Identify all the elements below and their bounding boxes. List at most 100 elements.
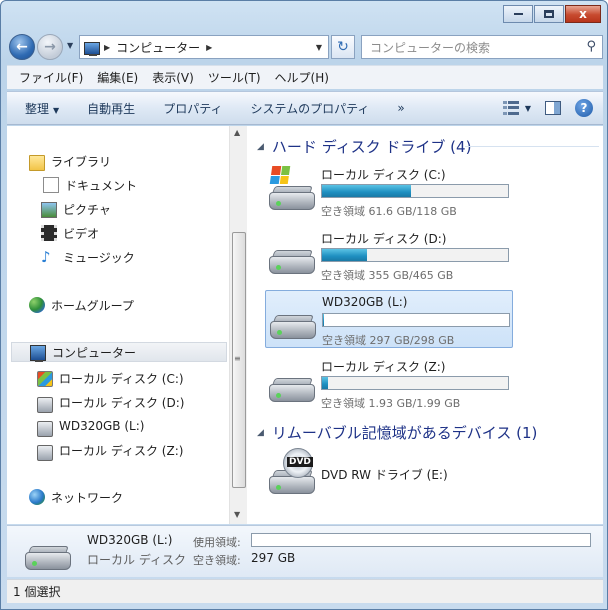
organize-button[interactable]: 整理 ▼ [25,100,59,117]
sidebar-item-label: WD320GB (L:) [59,419,145,433]
drive-free-space: 空き領域 297 GB/298 GB [322,334,455,347]
menu-help[interactable]: ヘルプ(H) [275,69,329,86]
sidebar-item-label: ローカル ディスク (C:) [59,371,184,386]
sidebar-item-label: ローカル ディスク (Z:) [59,443,184,458]
breadcrumb-computer[interactable]: コンピューター [116,39,200,56]
preview-pane-icon[interactable] [545,101,561,115]
dvd-badge: DVD [287,457,313,467]
sidebar-item-label: コンピューター [52,345,137,360]
close-button[interactable]: x [565,5,601,23]
help-icon[interactable]: ? [575,99,593,117]
group-header-label: リムーバブル記憶域があるデバイス (1) [271,424,538,442]
sidebar-item-documents[interactable]: ドキュメント [41,175,137,195]
drive-name: ローカル ディスク (Z:) [321,360,446,374]
sidebar-item-pictures[interactable]: ピクチャ [41,199,111,219]
group-header-removable[interactable]: ◢ リムーバブル記憶域があるデバイス (1) [257,422,537,443]
drive-usage-fill [323,314,324,326]
drive-tile-c[interactable]: ローカル ディスク (C:) 空き領域 61.6 GB/118 GB [265,162,513,220]
more-commands-button[interactable]: » [397,101,404,115]
scroll-up-icon[interactable]: ▲ [234,128,240,137]
menu-bar: ファイル(F) 編集(E) 表示(V) ツール(T) ヘルプ(H) [7,65,603,89]
scroll-down-icon[interactable]: ▼ [234,510,240,519]
drive-usage-fill [322,185,412,197]
status-bar: 1 個選択 [7,579,603,603]
drive-free-space: 空き領域 1.93 GB/1.99 GB [321,397,461,410]
autoplay-button[interactable]: 自動再生 [87,100,135,117]
change-view-icon[interactable] [502,101,519,115]
sidebar-item-label: ピクチャ [63,202,111,217]
library-folder-icon [29,154,45,171]
sidebar-item-drive-l[interactable]: WD320GB (L:) [37,416,145,437]
recent-pages-dropdown[interactable]: ▼ [67,41,77,51]
sidebar-item-computer[interactable]: コンピューター [11,342,227,362]
sidebar-item-drive-c[interactable]: ローカル ディスク (C:) [37,368,184,388]
sidebar-item-drive-z[interactable]: ローカル ディスク (Z:) [37,440,184,461]
group-header-hard-disks[interactable]: ◢ ハード ディスク ドライブ (4) [257,136,471,157]
content-area: ライブラリ ドキュメント ピクチャ ビデオ ♪ ミュージック ホームグループ コ… [7,126,603,524]
navigation-pane: ライブラリ ドキュメント ピクチャ ビデオ ♪ ミュージック ホームグループ コ… [7,126,229,524]
drive-tile-d[interactable]: ローカル ディスク (D:) 空き領域 355 GB/465 GB [265,226,513,284]
details-used-label: 使用領域: [193,536,241,549]
menu-view[interactable]: 表示(V) [152,69,194,86]
menu-edit[interactable]: 編集(E) [97,69,138,86]
drive-name: DVD RW ドライブ (E:) [321,468,448,482]
drive-usage-bar [321,376,509,390]
sidebar-item-label: ローカル ディスク (D:) [59,395,185,410]
breadcrumb-separator-icon[interactable]: ▶ [206,43,212,52]
drive-usage-bar [322,313,510,327]
sidebar-item-homegroup[interactable]: ホームグループ [29,295,134,315]
hard-drive-icon [269,240,317,274]
video-icon [41,225,57,241]
properties-button[interactable]: プロパティ [163,100,222,117]
maximize-icon [544,10,554,18]
hard-drive-icon [25,540,71,570]
forward-arrow-icon: → [44,39,56,55]
drive-tile-l[interactable]: WD320GB (L:) 空き領域 297 GB/298 GB [265,290,513,348]
sidebar-item-videos[interactable]: ビデオ [41,223,99,243]
status-text: 1 個選択 [13,585,61,599]
dvd-drive-icon: DVD [269,448,317,494]
sidebar-item-network[interactable]: ネットワーク [29,487,123,507]
collapse-triangle-icon[interactable]: ◢ [257,142,264,152]
address-dropdown-icon[interactable]: ▼ [316,43,322,52]
music-note-icon: ♪ [41,248,51,266]
collapse-triangle-icon[interactable]: ◢ [257,428,264,438]
refresh-button[interactable]: ↻ [331,35,355,59]
hard-drive-icon [37,444,53,461]
address-bar[interactable]: ▶ コンピューター ▶ ▼ [79,35,329,59]
breadcrumb-separator-icon[interactable]: ▶ [104,43,110,52]
back-arrow-icon: ← [16,39,28,55]
navigation-scrollbar[interactable]: ▲ ≡ ▼ [229,126,247,524]
computer-icon [84,41,100,56]
system-drive-icon [37,370,53,387]
file-list: ◢ ハード ディスク ドライブ (4) ローカル ディスク (C:) 空き領域 … [251,126,603,524]
menu-tools[interactable]: ツール(T) [208,69,261,86]
hard-drive-icon [37,420,53,437]
search-placeholder: コンピューターの検索 [370,40,491,55]
drive-name: ローカル ディスク (D:) [321,232,447,246]
search-input[interactable]: コンピューターの検索 ⚲ [361,35,603,59]
sidebar-item-label: ライブラリ [51,154,112,169]
picture-icon [41,202,57,218]
details-free-label: 空き領域: [193,554,241,567]
maximize-button[interactable] [534,5,564,23]
minimize-button[interactable] [503,5,533,23]
drive-tile-dvd[interactable]: DVD DVD RW ドライブ (E:) [265,446,513,504]
sidebar-item-drive-d[interactable]: ローカル ディスク (D:) [37,392,185,413]
forward-button[interactable]: → [37,34,63,60]
back-button[interactable]: ← [9,34,35,60]
caption-buttons: x [503,5,601,23]
group-header-label: ハード ディスク ドライブ (4) [271,138,472,156]
minimize-icon [513,13,523,15]
system-properties-button[interactable]: システムのプロパティ [250,100,369,117]
chevron-down-icon[interactable]: ▼ [525,104,531,113]
drive-tile-z[interactable]: ローカル ディスク (Z:) 空き領域 1.93 GB/1.99 GB [265,354,513,412]
details-free-value: 297 GB [251,551,296,565]
sidebar-item-music[interactable]: ♪ ミュージック [41,247,135,267]
scroll-grip-icon: ≡ [234,354,241,363]
details-usage-bar [251,533,591,547]
hard-drive-icon [37,396,53,413]
sidebar-item-libraries[interactable]: ライブラリ [29,151,111,171]
search-icon[interactable]: ⚲ [586,39,596,54]
menu-file[interactable]: ファイル(F) [19,69,83,86]
